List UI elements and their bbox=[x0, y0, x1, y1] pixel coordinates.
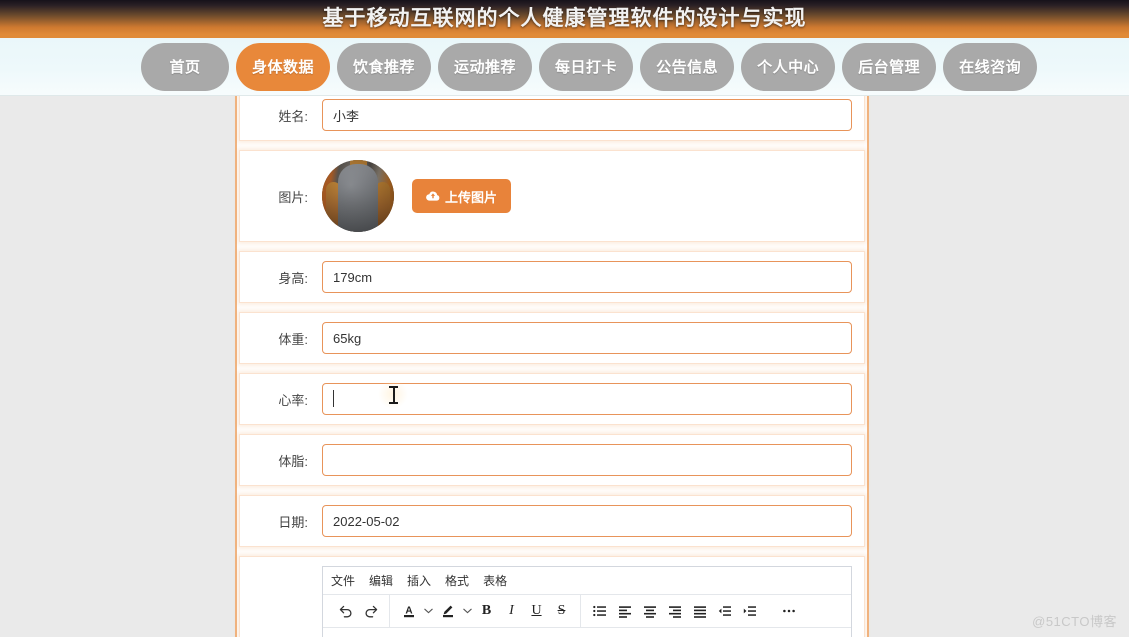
toolbar-group-history bbox=[327, 595, 390, 627]
chevron-down-icon[interactable] bbox=[421, 599, 435, 624]
form-row-weight: 体重: bbox=[239, 312, 865, 364]
editor-menubar: 文件 编辑 插入 格式 表格 bbox=[323, 567, 851, 595]
heartrate-field-wrap bbox=[322, 383, 852, 415]
chevron-down-icon[interactable] bbox=[460, 599, 474, 624]
bodyfat-input[interactable] bbox=[322, 444, 852, 476]
height-input[interactable] bbox=[322, 261, 852, 293]
nav-notice[interactable]: 公告信息 bbox=[640, 42, 735, 91]
align-center-icon[interactable] bbox=[637, 599, 662, 624]
body-data-form: 姓名: 图片: bbox=[235, 96, 869, 637]
form-row-heartrate: 心率: bbox=[239, 373, 865, 425]
nav-consult[interactable]: 在线咨询 bbox=[943, 42, 1038, 91]
highlight-color-icon[interactable] bbox=[435, 599, 460, 624]
avatar bbox=[322, 160, 394, 232]
align-right-icon[interactable] bbox=[662, 599, 687, 624]
more-options-icon[interactable] bbox=[776, 599, 801, 624]
strikethrough-icon[interactable]: S bbox=[549, 599, 574, 624]
form-row-name: 姓名: bbox=[239, 96, 865, 141]
align-justify-icon[interactable] bbox=[687, 599, 712, 624]
rich-text-editor: 文件 编辑 插入 格式 表格 A B I U S bbox=[322, 566, 852, 637]
editor-toolbar: A B I U S bbox=[323, 595, 851, 628]
page-title: 基于移动互联网的个人健康管理软件的设计与实现 bbox=[322, 7, 807, 30]
bold-icon[interactable]: B bbox=[474, 599, 499, 624]
toolbar-group-paragraph bbox=[581, 595, 768, 627]
main-navigation: 首页 身体数据 饮食推荐 运动推荐 每日打卡 公告信息 个人中心 后台管理 在线… bbox=[0, 38, 1129, 96]
italic-icon[interactable]: I bbox=[499, 599, 524, 624]
bullet-list-icon[interactable] bbox=[587, 599, 612, 624]
nav-checkin[interactable]: 每日打卡 bbox=[539, 42, 634, 91]
form-row-bodyfat: 体脂: bbox=[239, 434, 865, 486]
text-color-icon[interactable]: A bbox=[396, 599, 421, 624]
upload-image-button[interactable]: 上传图片 bbox=[412, 179, 512, 213]
toolbar-group-format: A B I U S bbox=[390, 595, 581, 627]
date-input[interactable] bbox=[322, 505, 852, 537]
form-row-height: 身高: bbox=[239, 251, 865, 303]
indent-icon[interactable] bbox=[737, 599, 762, 624]
undo-icon[interactable] bbox=[333, 599, 358, 624]
align-left-icon[interactable] bbox=[612, 599, 637, 624]
nav-exercise[interactable]: 运动推荐 bbox=[438, 42, 533, 91]
editor-menu-file[interactable]: 文件 bbox=[331, 572, 355, 589]
image-upload-group: 上传图片 bbox=[322, 160, 852, 232]
form-row-editor: 文件 编辑 插入 格式 表格 A B I U S bbox=[239, 556, 865, 637]
editor-menu-edit[interactable]: 编辑 bbox=[369, 572, 393, 589]
upload-image-label: 上传图片 bbox=[445, 189, 498, 205]
weight-input[interactable] bbox=[322, 322, 852, 354]
heartrate-label: 心率: bbox=[278, 392, 308, 408]
name-input[interactable] bbox=[322, 99, 852, 131]
editor-menu-format[interactable]: 格式 bbox=[445, 572, 469, 589]
date-label: 日期: bbox=[278, 514, 308, 530]
redo-icon[interactable] bbox=[358, 599, 383, 624]
watermark: @51CTO博客 bbox=[1032, 614, 1117, 629]
nav-body-data[interactable]: 身体数据 bbox=[236, 42, 331, 91]
editor-label bbox=[252, 566, 322, 637]
form-row-date: 日期: bbox=[239, 495, 865, 547]
nav-home[interactable]: 首页 bbox=[141, 42, 229, 91]
site-header: 基于移动互联网的个人健康管理软件的设计与实现 bbox=[0, 0, 1129, 38]
editor-menu-table[interactable]: 表格 bbox=[483, 572, 507, 589]
cloud-upload-icon bbox=[426, 190, 440, 202]
nav-admin[interactable]: 后台管理 bbox=[842, 42, 937, 91]
page-body: 姓名: 图片: bbox=[0, 96, 1129, 637]
nav-diet[interactable]: 饮食推荐 bbox=[337, 42, 432, 91]
weight-label: 体重: bbox=[278, 331, 308, 347]
editor-menu-insert[interactable]: 插入 bbox=[407, 572, 431, 589]
image-label: 图片: bbox=[278, 189, 308, 205]
outdent-icon[interactable] bbox=[712, 599, 737, 624]
bodyfat-label: 体脂: bbox=[278, 453, 308, 469]
height-label: 身高: bbox=[278, 270, 308, 286]
name-label: 姓名: bbox=[278, 108, 308, 124]
form-row-image: 图片: 上传图片 bbox=[239, 150, 865, 242]
nav-profile[interactable]: 个人中心 bbox=[741, 42, 836, 91]
svg-text:A: A bbox=[405, 606, 412, 617]
editor-content-area[interactable] bbox=[323, 628, 851, 637]
heartrate-input[interactable] bbox=[322, 383, 852, 415]
underline-icon[interactable]: U bbox=[524, 599, 549, 624]
